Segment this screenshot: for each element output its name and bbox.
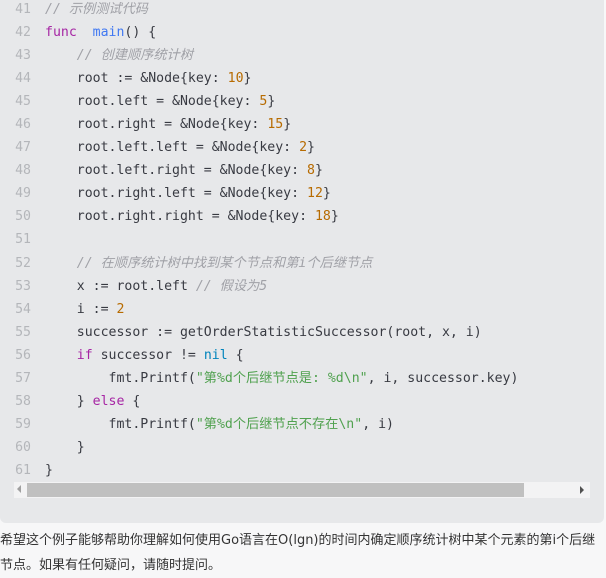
scrollbar-thumb[interactable] [27,483,524,497]
code-token: 2 [116,301,125,317]
line-number: 60 [15,439,31,455]
code-token: // 在顺序统计树中找到某个节点和第i个后继节点 [76,255,373,271]
line-number: 49 [15,186,31,202]
scroll-left-arrow-icon[interactable] [17,485,21,493]
code-line: 42 func main() { [0,21,518,44]
code-line: 44 root := &Node{key: 10} [0,67,518,90]
code-token: i := [45,301,117,317]
code-token: } [45,439,85,455]
code-token: 18 [314,209,331,225]
code-line: 41 // 示例测试代码 [0,0,518,21]
line-number: 47 [15,140,31,156]
code-line: 52 // 在顺序统计树中找到某个节点和第i个后继节点 [0,252,518,275]
line-number: 55 [15,324,31,340]
code-token: , i) [362,416,394,432]
code-line: 61} [0,459,518,482]
line-number: 53 [15,278,31,294]
code-token: } [322,186,331,202]
code-token: , i, successor.key) [367,370,519,386]
code-line: 47 root.left.left = &Node{key: 2} [0,136,518,159]
code-token: root.right.right = &Node{key: [45,209,315,225]
code-token: if [76,347,93,363]
code-token: x := root.left [45,278,196,294]
code-token: } [45,393,93,409]
code-token: // 示例测试代码 [45,2,148,17]
code-token: "第%d个后继节点不存在\n" [195,416,363,432]
line-number: 42 [15,25,31,41]
code-token: else [92,393,125,409]
line-number: 57 [15,370,31,386]
line-number: 46 [15,117,31,133]
code-token: root.right = &Node{key: [45,117,268,133]
code-line: 49 root.right.left = &Node{key: 12} [0,182,518,205]
code-token: // 创建顺序统计树 [76,48,193,64]
horizontal-scrollbar[interactable] [14,482,590,498]
code-token: root.left.left = &Node{key: [45,140,300,156]
code-line: 48 root.left.right = &Node{key: 8} [0,159,518,182]
code-line: 56 if successor != nil { [0,344,518,367]
explanation-paragraph: 希望这个例子能够帮助你理解如何使用Go语言在O(lgn)的时间内确定顺序统计树中… [0,533,596,573]
code-token: } [267,94,276,110]
code-token: 8 [307,163,315,179]
code-line: 43 // 创建顺序统计树 [0,44,518,67]
code-token: } [243,71,252,87]
code-token: nil [203,347,228,363]
code-line: 51 [0,228,518,251]
line-number: 44 [15,71,31,87]
code-token: fmt.Printf( [45,416,196,432]
code-token: 15 [267,117,284,133]
code-line: 60 } [0,436,518,459]
line-number: 61 [15,462,31,478]
code-line: 54 i := 2 [0,298,518,321]
code-token: successor := getOrderStatisticSuccessor(… [45,324,482,340]
code-line: 45 root.left = &Node{key: 5} [0,90,518,113]
line-number: 58 [15,393,31,409]
code-block: 41// 示例测试代码 42 func main() {43 // 创建顺序统计树 4… [0,0,604,523]
scroll-right-arrow-icon[interactable] [580,486,584,494]
code-token: main [92,25,125,41]
code-token: } [307,140,315,156]
code-token: root.left = &Node{key: [45,94,260,110]
code-token: } [314,163,323,179]
line-number: 50 [15,209,31,225]
code-token: } [330,209,339,225]
code-token: { [124,393,141,409]
code-token: root.right.left = &Node{key: [45,186,308,202]
code-token: } [283,117,292,133]
line-number: 54 [15,301,31,317]
line-number: 48 [15,163,31,179]
code-line: 53 x := root.left // 假设为5 [0,275,518,298]
code-lines: 41// 示例测试代码 42 func main() {43 // 创建顺序统计树 4… [0,0,518,482]
line-number: 43 [15,48,31,64]
code-token: { [227,347,244,363]
code-token: 2 [299,140,308,156]
line-number: 52 [15,255,31,271]
line-number: 45 [15,94,31,110]
code-token: } [45,462,53,478]
code-line: 58 } else { [0,390,518,413]
code-token: 12 [307,186,323,202]
code-token: 10 [227,71,244,87]
line-number: 51 [15,232,31,248]
code-line: 46 root.right = &Node{key: 15} [0,113,518,136]
code-line: 50 root.right.right = &Node{key: 18} [0,205,518,228]
code-token: // 假设为5 [195,278,268,294]
code-line: 55 successor := getOrderStatisticSuccess… [0,321,518,344]
code-token: root := &Node{key: [45,71,228,87]
code-token: () { [124,25,157,41]
code-token: successor != [92,347,204,363]
line-number: 41 [15,2,31,17]
code-line: 57 fmt.Printf("第%d个后继节点是: %d\n", i, succ… [0,367,518,390]
line-number: 59 [15,416,31,432]
code-token: root.left.right = &Node{key: [45,163,308,179]
line-number: 56 [15,347,31,363]
code-line: 59 fmt.Printf("第%d个后继节点不存在\n", i) [0,413,518,436]
code-token: fmt.Printf( [45,370,196,386]
code-token: "第%d个后继节点是: %d\n" [195,370,368,386]
code-token: func [45,25,77,41]
